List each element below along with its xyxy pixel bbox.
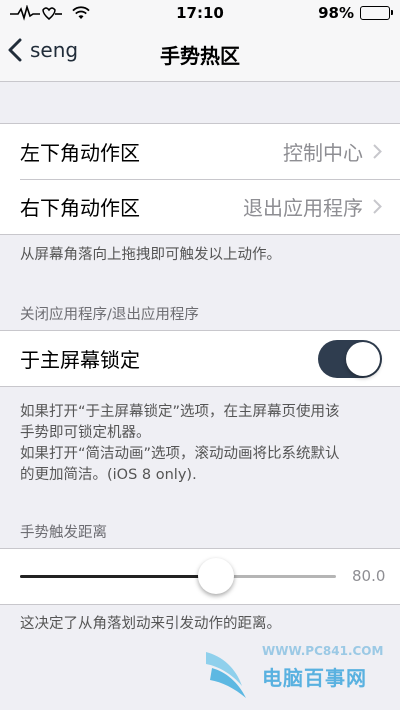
cell-bottom-right-action[interactable]: 右下角动作区 退出应用程序	[0, 179, 400, 234]
watermark-logo: WWW.PC841.COM 电脑百事网	[202, 644, 392, 704]
page-title: 手势热区	[160, 44, 240, 68]
watermark-swoosh-icon	[206, 652, 246, 698]
watermark-url: WWW.PC841.COM	[262, 644, 384, 658]
slider-thumb[interactable]	[197, 558, 234, 594]
battery-icon	[360, 6, 393, 20]
lock-footer-line: 如果打开“简洁动画”选项，滚动动画将比系统默认	[20, 446, 340, 462]
chevron-right-icon	[373, 199, 382, 214]
lock-footer: 如果打开“于主屏幕锁定”选项，在主屏幕页使用该 手势即可锁定机器。 如果打开“简…	[20, 402, 390, 486]
slider-fill	[20, 575, 216, 578]
distance-section-header: 手势触发距离	[20, 525, 107, 541]
navigation-bar: seng 手势热区	[0, 26, 400, 82]
cell-label: 于主屏幕锁定	[20, 348, 140, 372]
corner-footer: 从屏幕角落向上拖拽即可触发以上动作。	[20, 247, 281, 263]
cell-value: 退出应用程序	[243, 196, 363, 220]
corner-actions-group: 左下角动作区 控制中心 右下角动作区 退出应用程序	[0, 123, 400, 235]
battery-percent: 98%	[318, 4, 354, 22]
lock-toggle-switch[interactable]	[318, 339, 382, 378]
lock-footer-line: 的更加简洁。(iOS 8 only).	[20, 467, 197, 483]
cell-value: 控制中心	[283, 141, 363, 165]
chevron-right-icon	[373, 144, 382, 159]
lock-section-header: 关闭应用程序/退出应用程序	[20, 307, 199, 323]
distance-slider-row: 80.0	[0, 549, 400, 604]
cell-bottom-left-action[interactable]: 左下角动作区 控制中心	[0, 124, 400, 179]
lock-footer-line: 手势即可锁定机器。	[20, 425, 151, 441]
lock-footer-line: 如果打开“于主屏幕锁定”选项，在主屏幕页使用该	[20, 404, 340, 420]
distance-slider[interactable]	[20, 575, 336, 578]
cell-label: 右下角动作区	[20, 196, 140, 220]
lock-group: 于主屏幕锁定	[0, 330, 400, 387]
cell-lock-on-home: 于主屏幕锁定	[0, 331, 400, 386]
status-bar: 17:10 98%	[0, 0, 400, 26]
status-right: 98%	[318, 4, 393, 22]
distance-footer: 这决定了从角落划动来引发动作的距离。	[20, 616, 281, 632]
cell-label: 左下角动作区	[20, 141, 140, 165]
distance-group: 80.0	[0, 548, 400, 605]
watermark-name: 电脑百事网	[262, 666, 367, 690]
slider-value: 80.0	[352, 567, 386, 585]
